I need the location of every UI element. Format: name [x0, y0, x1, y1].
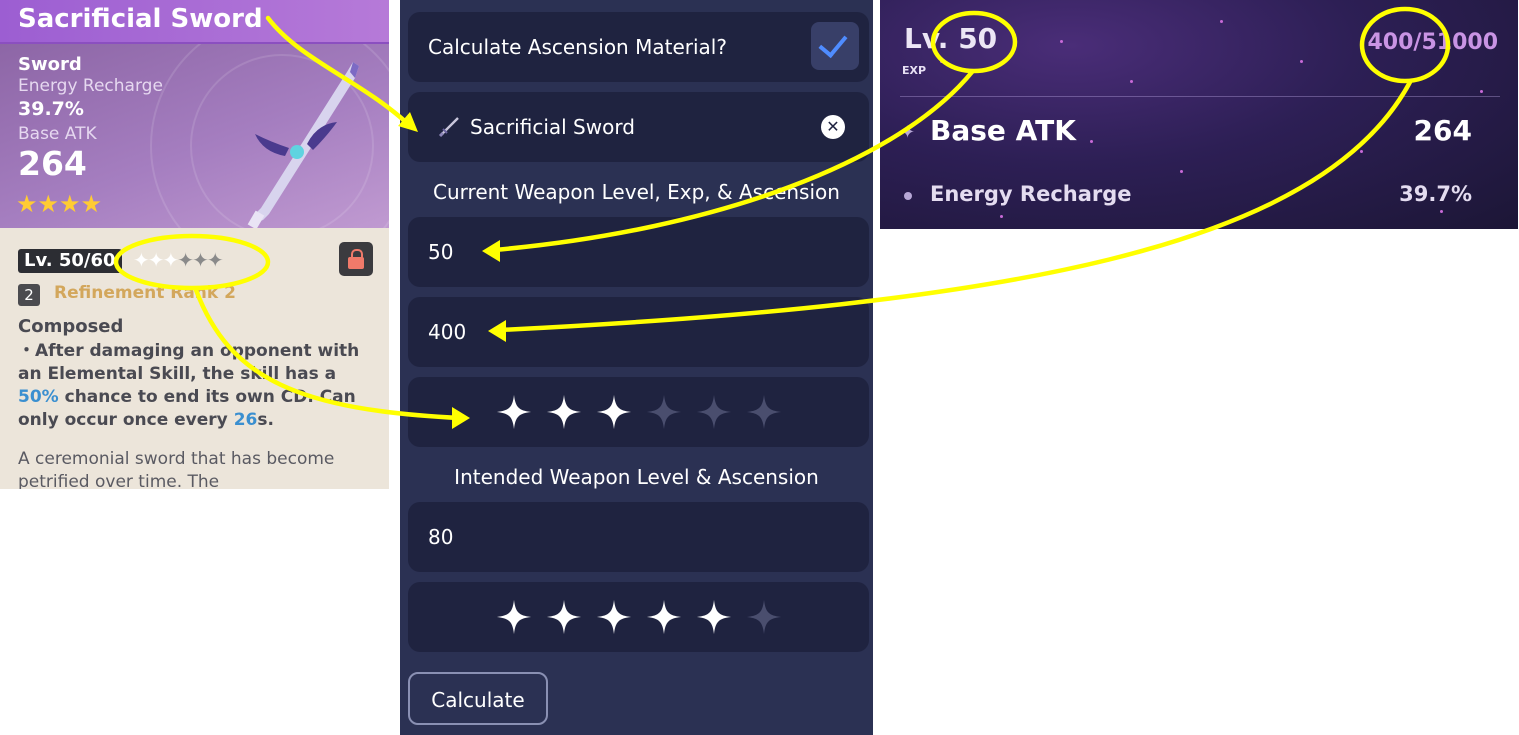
weapon-art-icon — [247, 62, 359, 228]
star-icon[interactable] — [645, 598, 683, 636]
calculate-button[interactable]: Calculate — [408, 672, 548, 725]
star-icon[interactable] — [695, 598, 733, 636]
current-level-input[interactable]: 50 — [408, 217, 869, 287]
weapon-select[interactable]: Sacrificial Sword ✕ — [408, 92, 869, 162]
calculator-panel: Calculate Ascension Material? Sacrificia… — [400, 0, 873, 735]
star-icon[interactable] — [545, 393, 583, 431]
refinement-number: 2 — [18, 284, 40, 306]
weapon-type: Sword — [18, 54, 82, 75]
ascension-checkbox[interactable] — [811, 22, 859, 70]
weapon-card-hero: Sword Energy Recharge 39.7% Base ATK 264… — [0, 44, 389, 228]
star-icon: ✦ — [147, 248, 165, 272]
intended-ascension-selector[interactable] — [408, 582, 869, 652]
star-icon[interactable] — [495, 393, 533, 431]
selected-weapon-name: Sacrificial Sword — [470, 115, 635, 139]
star-icon: ✦ — [177, 248, 194, 272]
sub-stat-value: 39.7% — [1399, 182, 1472, 206]
weapon-card-title-bar: Sacrificial Sword — [0, 0, 389, 44]
current-exp-value: 400 — [428, 320, 467, 344]
divider — [900, 96, 1500, 97]
star-icon[interactable] — [645, 393, 683, 431]
main-stat-label: Base ATK — [930, 114, 1076, 147]
star-icon[interactable] — [545, 598, 583, 636]
base-atk-label: Base ATK — [18, 124, 97, 144]
star-icon: ✦ — [206, 248, 224, 272]
star-icon[interactable] — [745, 393, 783, 431]
passive-name: Composed — [18, 316, 124, 337]
ascension-stars: ✦✦✦✦✦✦ — [133, 248, 224, 272]
weapon-card-body: Lv. 50/60 ✦✦✦✦✦✦ 2 Refinement Rank 2 Com… — [0, 228, 389, 489]
exp-label: EXP — [902, 64, 927, 77]
current-ascension-stars — [408, 377, 869, 447]
passive-description: ・After damaging an opponent with an Elem… — [18, 341, 360, 430]
ascension-toggle-label: Calculate Ascension Material? — [428, 35, 727, 59]
lock-icon[interactable] — [339, 242, 373, 276]
substat-value: 39.7% — [18, 98, 84, 120]
diamond-icon: ✦ — [900, 122, 916, 143]
check-icon — [818, 27, 848, 59]
intended-ascension-stars — [408, 582, 869, 652]
ingame-stats-panel: Lv. 50 EXP 400/51000 ✦ Base ATK 264 Ener… — [880, 0, 1518, 229]
star-icon[interactable] — [745, 598, 783, 636]
star-icon: ✦ — [162, 248, 180, 272]
intended-level-input[interactable]: 80 — [408, 502, 869, 572]
star-icon[interactable] — [595, 598, 633, 636]
bullet-icon — [904, 192, 912, 200]
level-badge: Lv. 50/60 — [18, 249, 122, 273]
star-icon[interactable] — [695, 393, 733, 431]
main-stat-value: 264 — [1413, 114, 1472, 147]
intended-level-value: 80 — [428, 525, 454, 549]
star-icon[interactable] — [495, 598, 533, 636]
star-icon[interactable] — [595, 393, 633, 431]
weapon-card-title: Sacrificial Sword — [18, 4, 263, 34]
close-icon[interactable]: ✕ — [821, 115, 845, 139]
star-icon: ✦ — [192, 248, 209, 272]
weapon-card: Sacrificial Sword Sword Energy Recharge … — [0, 0, 389, 489]
refinement-text: Refinement Rank 2 — [54, 283, 236, 303]
rarity-stars: ★★★★ — [16, 190, 103, 218]
intended-section-label: Intended Weapon Level & Ascension — [454, 465, 819, 489]
current-level-value: 50 — [428, 240, 454, 264]
ascension-toggle-row[interactable]: Calculate Ascension Material? — [408, 12, 869, 82]
current-section-label: Current Weapon Level, Exp, & Ascension — [433, 180, 840, 204]
sword-icon — [438, 117, 459, 138]
current-exp-input[interactable]: 400 — [408, 297, 869, 367]
base-atk-value: 264 — [18, 144, 87, 183]
current-ascension-selector[interactable] — [408, 377, 869, 447]
substat-label: Energy Recharge — [18, 76, 163, 96]
weapon-lore: A ceremonial sword that has become petri… — [18, 449, 335, 489]
sub-stat-label: Energy Recharge — [930, 182, 1132, 206]
ingame-level: Lv. 50 — [904, 22, 998, 55]
star-icon: ✦ — [133, 248, 150, 272]
exp-value: 400/51000 — [1367, 30, 1499, 55]
